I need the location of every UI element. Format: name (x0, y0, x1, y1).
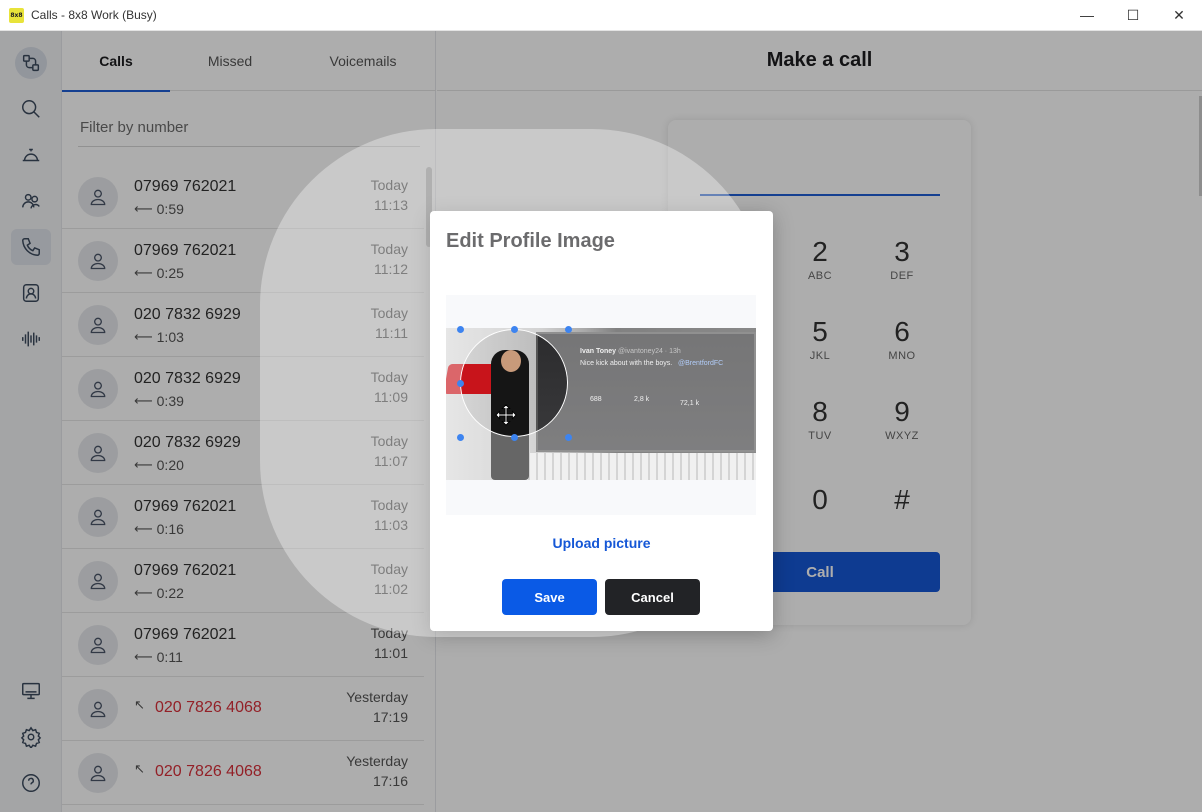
crop-handle-bottom-left[interactable] (457, 434, 464, 441)
close-button[interactable]: ✕ (1156, 0, 1202, 30)
window-title: Calls - 8x8 Work (Busy) (31, 8, 157, 22)
maximize-button[interactable]: ☐ (1110, 0, 1156, 30)
upload-picture-link[interactable]: Upload picture (430, 535, 773, 551)
crop-handle-top[interactable] (511, 326, 518, 333)
photo-tweet-mention: @BrentfordFC (678, 360, 724, 367)
photo-tweet-replies: 688 (590, 396, 602, 403)
photo-tweet-handle: @ivantoney24 · 13h (618, 348, 681, 355)
edit-profile-image-dialog: Edit Profile Image Ivan Toney @ivantoney… (430, 211, 773, 631)
photo-board (506, 453, 756, 480)
photo-tweet-retweets: 2,8 k (634, 396, 650, 403)
image-crop-area[interactable]: Ivan Toney @ivantoney24 · 13h Nice kick … (446, 295, 756, 515)
window-controls: — ☐ ✕ (1064, 0, 1202, 30)
crop-handle-left[interactable] (457, 380, 464, 387)
app-logo-icon: 8x8 (9, 7, 24, 23)
minimize-button[interactable]: — (1064, 0, 1110, 30)
dialog-title: Edit Profile Image (446, 230, 615, 252)
crop-handle-top-right[interactable] (565, 326, 572, 333)
move-cursor-icon (495, 404, 517, 426)
cancel-button[interactable]: Cancel (605, 579, 700, 615)
photo-tweet-text: Nice kick about with the boys. (580, 360, 673, 367)
photo-tweet-likes: 72,1 k (680, 400, 700, 407)
title-bar: 8x8 Calls - 8x8 Work (Busy) — ☐ ✕ (0, 0, 1202, 31)
crop-handle-bottom-right[interactable] (565, 434, 572, 441)
crop-handle-top-left[interactable] (457, 326, 464, 333)
photo-tweet-name: Ivan Toney (580, 348, 617, 355)
crop-handle-bottom[interactable] (511, 434, 518, 441)
save-button[interactable]: Save (502, 579, 597, 615)
